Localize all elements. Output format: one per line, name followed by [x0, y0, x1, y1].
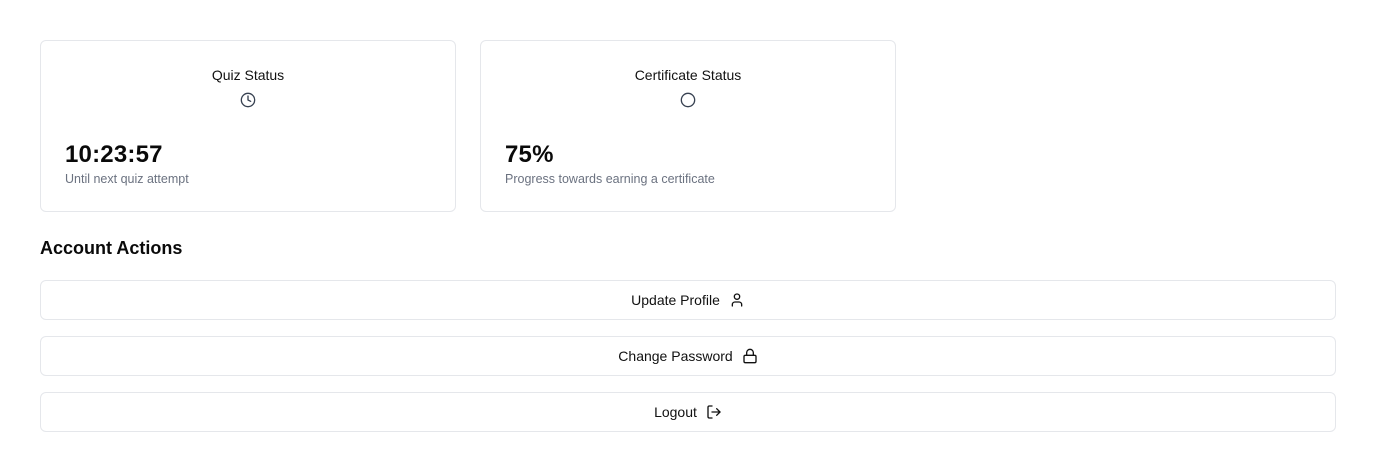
clock-icon	[240, 92, 256, 108]
quiz-countdown-caption: Until next quiz attempt	[65, 172, 189, 186]
logout-icon	[707, 405, 721, 419]
certificate-progress-value: 75%	[505, 141, 554, 168]
user-icon	[731, 293, 743, 307]
change-password-label: Change Password	[618, 348, 733, 364]
update-profile-label: Update Profile	[631, 292, 720, 308]
dashboard-page: Quiz Status 10:23:57 Until next quiz att…	[0, 0, 1376, 472]
quiz-countdown-value: 10:23:57	[65, 141, 163, 168]
update-profile-button[interactable]: Update Profile	[40, 280, 1336, 320]
certificate-status-card: Certificate Status 75% Progress towards …	[480, 40, 896, 212]
change-password-button[interactable]: Change Password	[40, 336, 1336, 376]
account-actions-heading: Account Actions	[40, 238, 183, 258]
account-actions-list: Update Profile Change Password Logout	[40, 280, 1336, 448]
certificate-status-title: Certificate Status	[634, 67, 742, 83]
certificate-progress-caption: Progress towards earning a certificate	[505, 172, 715, 186]
logout-button[interactable]: Logout	[40, 392, 1336, 432]
lock-icon	[743, 348, 757, 364]
logout-label: Logout	[654, 404, 697, 420]
status-cards: Quiz Status 10:23:57 Until next quiz att…	[40, 40, 896, 212]
circle-icon	[680, 92, 696, 108]
quiz-status-card: Quiz Status 10:23:57 Until next quiz att…	[40, 40, 456, 212]
quiz-status-title: Quiz Status	[211, 67, 285, 83]
